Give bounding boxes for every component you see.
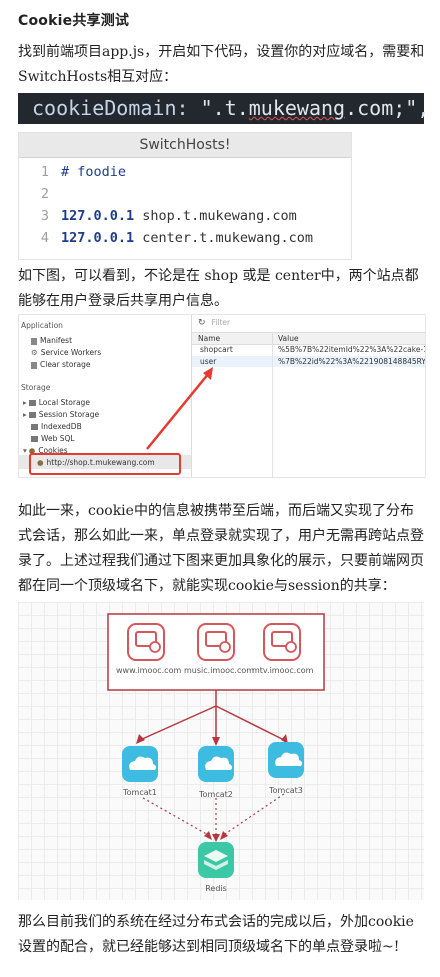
switchhosts-window: SwitchHosts! 1 # foodie 2 3 127.0.0.1 shop… [18, 132, 352, 260]
diagram-canvas [107, 613, 325, 878]
red-arrow [146, 367, 213, 450]
code-key: cookieDomain [32, 96, 177, 120]
cloud-server-icon [198, 746, 234, 782]
switchhosts-titlebar: SwitchHosts! [19, 133, 351, 158]
code-colon: : [176, 96, 189, 120]
site-label: music.imooc.com [184, 666, 255, 675]
hosts-line: 1 # foodie [19, 162, 351, 182]
hosts-line: 3 127.0.0.1 shop.t.mukewang.com [19, 206, 351, 226]
hosts-line: 4 127.0.0.1 center.t.mukewang.com [19, 228, 351, 248]
architecture-diagram: www.imooc.com music.imooc.com mtv.imooc.… [18, 602, 424, 900]
line-number: 1 [40, 164, 49, 180]
devtools-application-panel: Application Manifest ⚙ Service Workers Cl… [18, 314, 426, 478]
redis-icon [198, 842, 234, 878]
cloud-server-icon [268, 742, 304, 778]
server-label: Tomcat3 [269, 786, 303, 795]
code-value-prefix: ".t. [200, 96, 249, 120]
hosts-ip: 127.0.0.1 [61, 208, 135, 224]
server-label: Tomcat1 [123, 788, 157, 797]
browser-icon [263, 623, 301, 661]
code-snippet: cookieDomain: ".t.mukewang.com;", [18, 93, 429, 124]
line-number: 4 [40, 230, 49, 246]
hosts-line: 2 [19, 184, 351, 204]
explanation-paragraph: 如此一来，cookie中的信息被携带至后端，而后端又实现了分布式会话，那么如此一… [18, 503, 424, 594]
article-heading: Cookie共享测试 [18, 13, 130, 29]
hosts-domain: center.t.mukewang.com [142, 230, 313, 246]
line-number: 2 [40, 186, 49, 202]
hosts-comment: # foodie [61, 164, 127, 180]
intro-paragraph: 找到前端项目app.js，开启如下代码，设置你的对应域名，需要和SwitchHo… [18, 44, 425, 85]
conclusion-paragraph: 那么目前我们的系统在经过分布式会话的完成以后，外加cookie设置的配合，就已经… [18, 914, 414, 955]
hosts-domain: shop.t.mukewang.com [142, 208, 297, 224]
code-value-domain: mukewang [248, 96, 346, 120]
browser-icon [197, 623, 235, 661]
site-label: mtv.imooc.com [252, 666, 314, 675]
code-value-suffix: .com;", [345, 96, 430, 120]
server-label: Tomcat2 [199, 790, 233, 799]
description-paragraph: 如下图，可以看到，不论是在 shop 或是 center中，两个站点都能够在用户… [18, 268, 419, 309]
hosts-ip: 127.0.0.1 [61, 230, 135, 246]
store-label: Redis [205, 884, 227, 893]
site-label: www.imooc.com [116, 666, 182, 675]
browser-icon [127, 623, 165, 661]
line-number: 3 [40, 208, 49, 224]
cloud-server-icon [122, 746, 158, 782]
